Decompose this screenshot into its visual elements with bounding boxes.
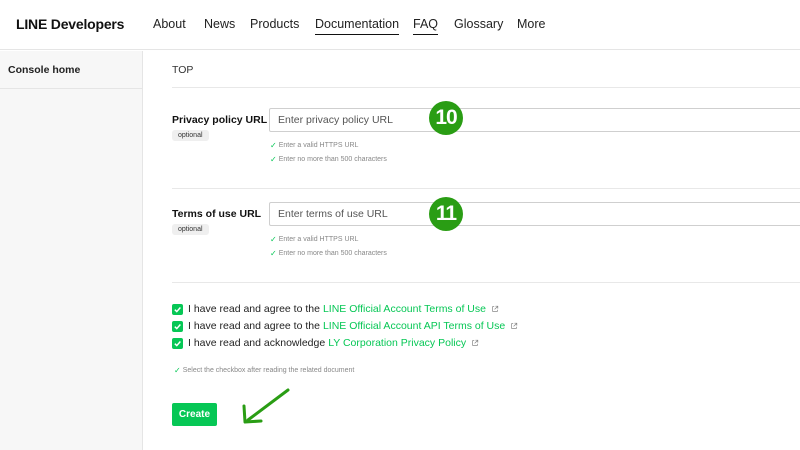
nav-faq[interactable]: FAQ bbox=[413, 17, 439, 35]
nav-glossary[interactable]: Glossary bbox=[454, 17, 503, 31]
check-icon: ✓ bbox=[174, 366, 181, 375]
privacy-policy-url-input[interactable] bbox=[269, 108, 800, 132]
annotation-badge-10: 10 bbox=[429, 101, 463, 135]
select-checkbox-hint-text: Select the checkbox after reading the re… bbox=[182, 367, 355, 374]
divider bbox=[172, 87, 800, 88]
terms-hint-length-text: Enter no more than 500 characters bbox=[278, 250, 387, 257]
privacy-policy-label: Privacy policy URL bbox=[172, 114, 268, 126]
line-developers-logo[interactable]: LINE Developers bbox=[16, 16, 124, 32]
divider bbox=[172, 282, 800, 283]
top-header: LINE Developers About News Products Docu… bbox=[0, 0, 800, 50]
annotation-badge-11: 11 bbox=[429, 197, 463, 231]
terms-optional-badge: optional bbox=[172, 224, 209, 235]
check-icon bbox=[174, 323, 181, 330]
agreement-row-privacy: I have read and acknowledge LY Corporati… bbox=[172, 337, 479, 349]
nav-products[interactable]: Products bbox=[250, 17, 299, 31]
external-link-icon[interactable] bbox=[471, 339, 479, 347]
agreement-checkbox-privacy[interactable] bbox=[172, 337, 183, 349]
agreement-row-terms: I have read and agree to the LINE Offici… bbox=[172, 303, 499, 315]
terms-hint-https-text: Enter a valid HTTPS URL bbox=[278, 236, 359, 243]
terms-hint-length: ✓ Enter no more than 500 characters bbox=[270, 249, 387, 258]
arrow-icon bbox=[242, 388, 290, 424]
privacy-optional-badge: optional bbox=[172, 130, 209, 141]
privacy-hint-length: ✓ Enter no more than 500 characters bbox=[270, 155, 387, 164]
check-icon: ✓ bbox=[270, 235, 277, 244]
agreement-checkbox-terms[interactable] bbox=[172, 303, 183, 315]
nav-documentation[interactable]: Documentation bbox=[315, 17, 400, 35]
agreement-checkbox-api-terms[interactable] bbox=[172, 320, 183, 332]
sidebar-item-console-home[interactable]: Console home bbox=[0, 51, 142, 89]
line-oa-api-terms-link[interactable]: LINE Official Account API Terms of Use bbox=[323, 320, 505, 332]
create-button[interactable]: Create bbox=[172, 403, 217, 426]
terms-of-use-url-input[interactable] bbox=[269, 202, 800, 226]
terms-hint-https: ✓ Enter a valid HTTPS URL bbox=[270, 235, 358, 244]
external-link-icon[interactable] bbox=[491, 305, 499, 313]
privacy-hint-length-text: Enter no more than 500 characters bbox=[278, 156, 387, 163]
check-icon bbox=[174, 340, 181, 347]
check-icon: ✓ bbox=[270, 141, 277, 150]
ly-privacy-policy-link[interactable]: LY Corporation Privacy Policy bbox=[328, 337, 466, 349]
divider bbox=[172, 188, 800, 189]
breadcrumb[interactable]: TOP bbox=[172, 64, 193, 76]
external-link-icon[interactable] bbox=[510, 322, 518, 330]
check-icon: ✓ bbox=[270, 249, 277, 258]
check-icon bbox=[174, 306, 181, 313]
agreement-text: I have read and acknowledge bbox=[188, 337, 326, 349]
sidebar: Console home bbox=[0, 51, 143, 450]
agreement-text: I have read and agree to the bbox=[188, 303, 320, 315]
select-checkbox-hint: ✓ Select the checkbox after reading the … bbox=[174, 366, 354, 375]
nav-news[interactable]: News bbox=[204, 17, 235, 31]
privacy-hint-https: ✓ Enter a valid HTTPS URL bbox=[270, 141, 358, 150]
agreement-row-api-terms: I have read and agree to the LINE Offici… bbox=[172, 320, 518, 332]
nav-about[interactable]: About bbox=[153, 17, 186, 31]
nav-more[interactable]: More bbox=[517, 17, 545, 31]
privacy-hint-https-text: Enter a valid HTTPS URL bbox=[278, 142, 359, 149]
check-icon: ✓ bbox=[270, 155, 277, 164]
terms-of-use-label: Terms of use URL bbox=[172, 208, 262, 220]
agreement-text: I have read and agree to the bbox=[188, 320, 320, 332]
line-oa-terms-link[interactable]: LINE Official Account Terms of Use bbox=[323, 303, 486, 315]
